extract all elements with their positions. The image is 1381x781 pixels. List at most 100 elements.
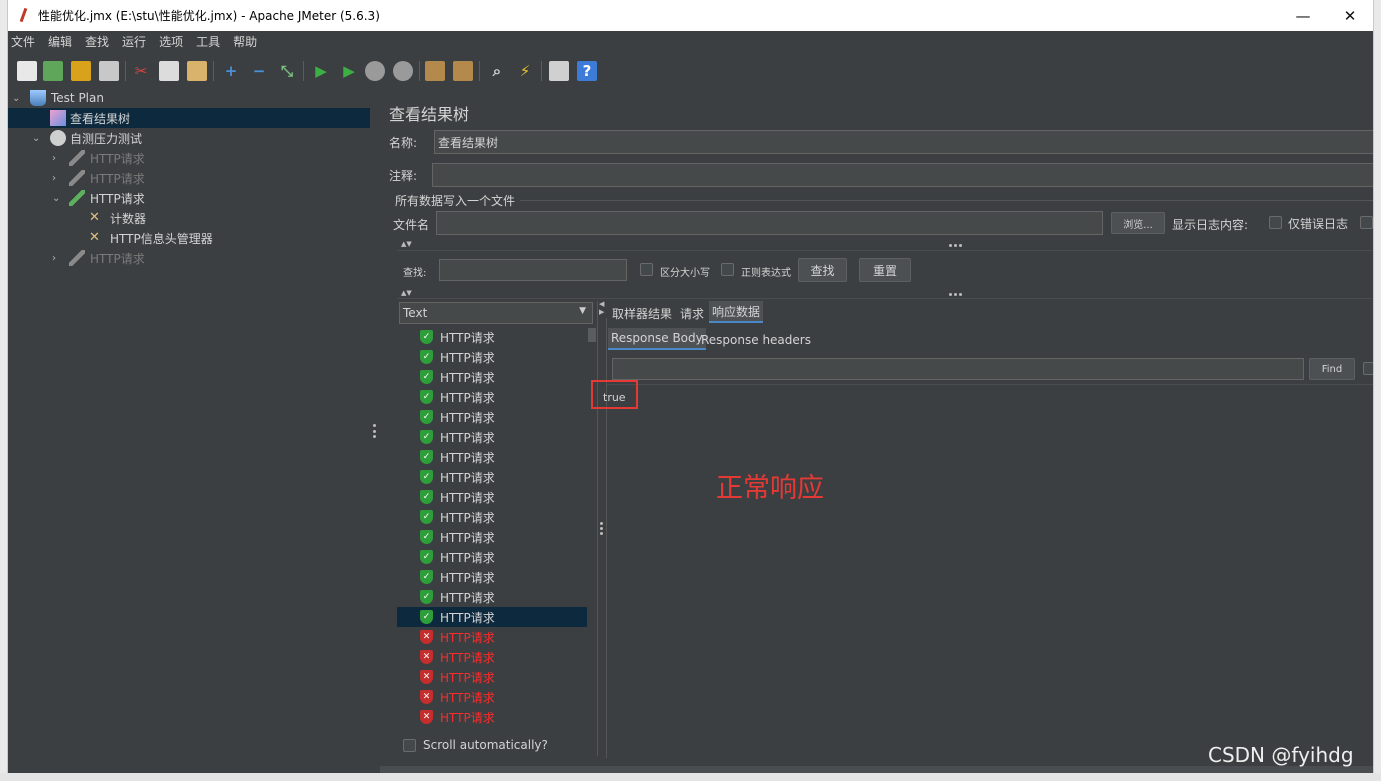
maximize-button[interactable]	[1281, 0, 1327, 31]
chevron-down-icon[interactable]: ⌄	[32, 133, 40, 144]
copy-icon[interactable]	[159, 61, 179, 81]
result-item[interactable]: ✓ HTTP请求	[397, 607, 587, 627]
result-item[interactable]: ✓ HTTP请求	[397, 587, 587, 607]
tree-item-header-manager[interactable]: ✕ HTTP信息头管理器	[8, 228, 370, 248]
result-item[interactable]: ✓ HTTP请求	[397, 507, 587, 527]
regex-checkbox[interactable]	[721, 263, 734, 276]
splitter-arrows-icon[interactable]: ◀ ▶	[599, 300, 604, 316]
menu-search[interactable]: 查找	[85, 33, 109, 50]
section-line	[520, 200, 1373, 201]
save-icon[interactable]	[99, 61, 119, 81]
tree-item-http-request[interactable]: › HTTP请求	[8, 168, 370, 188]
result-item[interactable]: ✓ HTTP请求	[397, 527, 587, 547]
menu-file[interactable]: 文件	[11, 33, 35, 50]
clear-icon[interactable]	[425, 61, 445, 81]
function-helper-icon[interactable]	[549, 61, 569, 81]
chevron-down-icon[interactable]: ⌄	[12, 93, 20, 104]
expand-icon[interactable]: +	[221, 61, 241, 81]
chevron-down-icon[interactable]: ▼	[579, 306, 586, 316]
splitter-handle[interactable]	[373, 424, 376, 438]
menu-options[interactable]: 选项	[159, 33, 183, 50]
result-splitter-line	[597, 301, 598, 756]
tab-response-body[interactable]: Response Body	[608, 328, 706, 350]
name-field[interactable]: 查看结果树	[434, 130, 1373, 154]
collapse-icon[interactable]: −	[249, 61, 269, 81]
main-splitter[interactable]	[370, 88, 380, 773]
menu-tools[interactable]: 工具	[196, 33, 220, 50]
splitter-arrows-icon[interactable]: ▲▼	[401, 289, 412, 297]
result-item[interactable]: ✓ HTTP请求	[397, 467, 587, 487]
errors-only-checkbox[interactable]	[1269, 216, 1282, 229]
tab-response-headers[interactable]: Response headers	[698, 329, 814, 351]
clear-all-icon[interactable]	[453, 61, 473, 81]
help-icon[interactable]: ?	[577, 61, 597, 81]
broom-icon[interactable]: ⚡	[515, 61, 535, 81]
open-icon[interactable]	[71, 61, 91, 81]
list-scrollbar-thumb[interactable]	[588, 328, 596, 342]
chevron-right-icon[interactable]: ›	[52, 153, 56, 164]
response-find-input[interactable]	[612, 358, 1304, 380]
reset-button[interactable]: 重置	[859, 258, 911, 282]
tree-item-thread-group[interactable]: ⌄ 自测压力测试	[8, 128, 370, 148]
result-item[interactable]: ✓ HTTP请求	[397, 427, 587, 447]
chevron-right-icon[interactable]: ›	[52, 253, 56, 264]
tab-response-data[interactable]: 响应数据	[709, 301, 764, 323]
tree-item-http-request[interactable]: › HTTP请求	[8, 248, 370, 268]
result-item[interactable]: ✓ HTTP请求	[397, 387, 587, 407]
comment-field[interactable]	[432, 163, 1373, 187]
result-item[interactable]: ✓ HTTP请求	[397, 367, 587, 387]
result-item[interactable]: ✕ HTTP请求	[397, 627, 587, 647]
result-item[interactable]: ✕ HTTP请求	[397, 667, 587, 687]
renderer-select[interactable]: Text ▼	[399, 302, 593, 324]
browse-button[interactable]: 浏览...	[1111, 212, 1165, 234]
result-item[interactable]: ✕ HTTP请求	[397, 707, 587, 727]
splitter-handle[interactable]	[600, 522, 603, 535]
result-item[interactable]: ✓ HTTP请求	[397, 327, 587, 347]
menu-help[interactable]: 帮助	[233, 33, 257, 50]
case-sensitive-checkbox[interactable]	[640, 263, 653, 276]
chevron-down-icon[interactable]: ⌄	[52, 193, 60, 204]
result-item[interactable]: ✓ HTTP请求	[397, 567, 587, 587]
start-no-pause-icon[interactable]: ▶	[339, 61, 359, 81]
tree-item-test-plan[interactable]: ⌄ Test Plan	[8, 88, 370, 108]
toggle-icon[interactable]: ⤡	[277, 61, 297, 81]
tab-request[interactable]: 请求	[677, 302, 707, 324]
splitter-arrows-icon[interactable]: ▲▼	[401, 240, 412, 248]
stop-icon[interactable]	[365, 61, 385, 81]
result-item[interactable]: ✕ HTTP请求	[397, 647, 587, 667]
error-shield-icon: ✕	[420, 630, 433, 644]
new-icon[interactable]	[17, 61, 37, 81]
close-button[interactable]: ✕	[1327, 0, 1373, 31]
tree-item-http-request[interactable]: ⌄ HTTP请求	[8, 188, 370, 208]
cut-icon[interactable]: ✂	[131, 61, 151, 81]
chevron-right-icon[interactable]: ›	[52, 173, 56, 184]
menu-edit[interactable]: 编辑	[48, 33, 72, 50]
tree-item-http-request[interactable]: › HTTP请求	[8, 148, 370, 168]
find-button[interactable]: 查找	[798, 258, 847, 282]
success-shield-icon: ✓	[420, 330, 433, 344]
templates-icon[interactable]	[43, 61, 63, 81]
filename-field[interactable]	[436, 211, 1103, 235]
success-only-checkbox[interactable]	[1360, 216, 1373, 229]
shutdown-icon[interactable]	[393, 61, 413, 81]
section-splitter[interactable]: ▲▼	[397, 240, 1373, 250]
horizontal-scrollbar[interactable]	[380, 766, 1373, 773]
result-item[interactable]: ✓ HTTP请求	[397, 407, 587, 427]
search-input[interactable]	[439, 259, 627, 281]
scroll-automatically-checkbox[interactable]	[403, 739, 416, 752]
start-icon[interactable]: ▶	[311, 61, 331, 81]
result-item[interactable]: ✓ HTTP请求	[397, 487, 587, 507]
paste-icon[interactable]	[187, 61, 207, 81]
response-find-button[interactable]: Find	[1309, 358, 1355, 380]
result-item[interactable]: ✓ HTTP请求	[397, 347, 587, 367]
success-shield-icon: ✓	[420, 490, 433, 504]
response-find-checkbox[interactable]	[1363, 362, 1373, 375]
result-item[interactable]: ✕ HTTP请求	[397, 687, 587, 707]
binoculars-icon[interactable]: ⌕	[487, 61, 507, 81]
tree-item-counter[interactable]: ✕ 计数器	[8, 208, 370, 228]
tab-sampler-result[interactable]: 取样器结果	[609, 302, 675, 324]
menu-run[interactable]: 运行	[122, 33, 146, 50]
result-item[interactable]: ✓ HTTP请求	[397, 547, 587, 567]
result-item[interactable]: ✓ HTTP请求	[397, 447, 587, 467]
tree-item-view-results-tree[interactable]: 查看结果树	[8, 108, 370, 128]
